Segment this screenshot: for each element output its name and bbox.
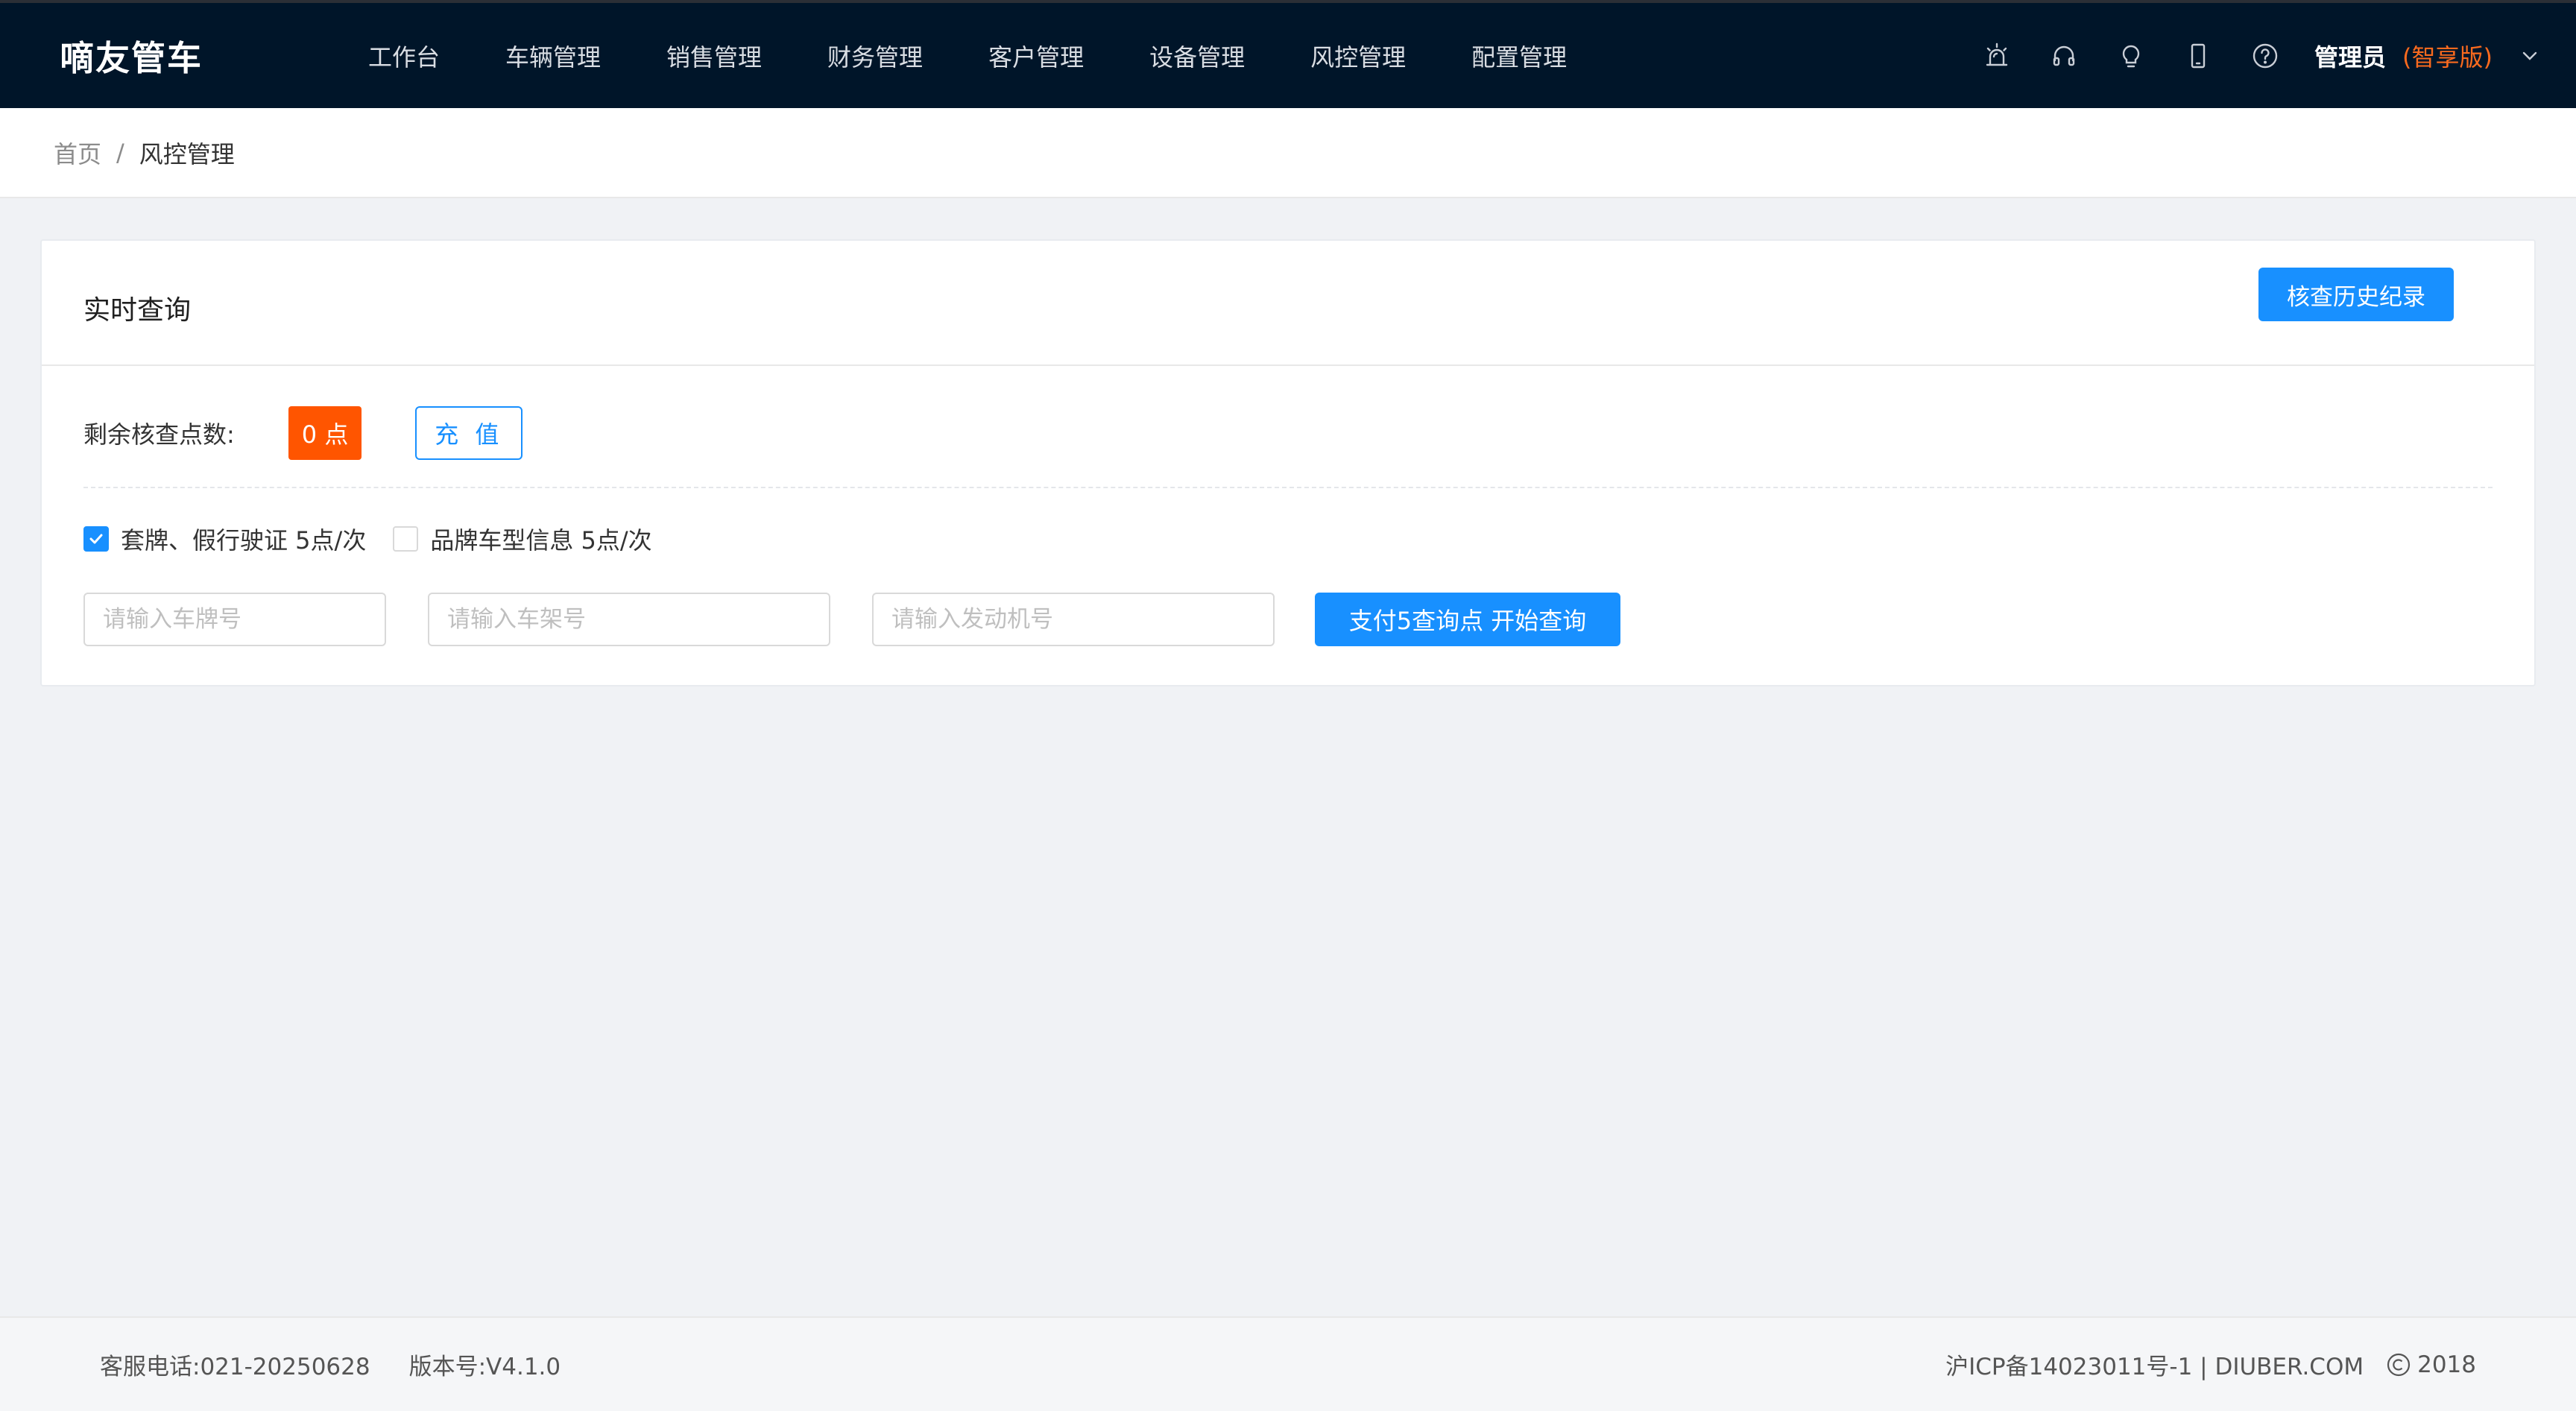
- vin-input[interactable]: [428, 593, 830, 646]
- footer-right: 沪ICP备14023011号-1 | DIUBER.COM 2018: [1945, 1318, 2476, 1411]
- nav-item-workbench[interactable]: 工作台: [368, 39, 440, 73]
- check-history-button[interactable]: 核查历史纪录: [2258, 268, 2454, 321]
- nav-item-vehicle-management[interactable]: 车辆管理: [505, 39, 601, 73]
- service-phone: 客服电话:021-20250628: [100, 1354, 370, 1380]
- copyright-year: 2018: [2417, 1351, 2476, 1378]
- chevron-down-icon: [2522, 51, 2537, 60]
- nav-item-config-management[interactable]: 配置管理: [1471, 39, 1567, 73]
- copyright-icon: [2387, 1353, 2411, 1376]
- main-nav: 工作台 车辆管理 销售管理 财务管理 客户管理 设备管理 风控管理 配置管理: [368, 3, 1567, 108]
- header-tools: 管理员 (智享版): [1946, 3, 2540, 108]
- user-menu[interactable]: 管理员 (智享版): [2314, 39, 2540, 73]
- icp-record[interactable]: 沪ICP备14023011号-1 | DIUBER.COM: [1945, 1348, 2364, 1381]
- breadcrumb-separator: /: [116, 138, 124, 167]
- breadcrumb-current: 风控管理: [139, 139, 235, 168]
- headset-icon[interactable]: [2048, 40, 2080, 72]
- option-fake-plate-license[interactable]: 套牌、假行驶证 5点/次: [83, 522, 366, 556]
- footer: 客服电话:021-20250628 版本号:V4.1.0 沪ICP备140230…: [0, 1316, 2576, 1411]
- points-row: 剩余核查点数: 0 点 充 值: [83, 406, 523, 460]
- breadcrumb-home[interactable]: 首页: [54, 136, 101, 170]
- remaining-points-badge: 0 点: [288, 406, 362, 460]
- nav-item-customer-management[interactable]: 客户管理: [988, 39, 1084, 73]
- option-brand-model-info[interactable]: 品牌车型信息 5点/次: [393, 522, 652, 556]
- card-title: 实时查询: [83, 295, 192, 326]
- alarm-icon[interactable]: [1980, 40, 2013, 72]
- app-logo[interactable]: 嘀友管车: [60, 3, 203, 108]
- top-navigation-bar: 嘀友管车 工作台 车辆管理 销售管理 财务管理 客户管理 设备管理 风控管理 配…: [0, 0, 2576, 108]
- user-edition: (智享版): [2402, 42, 2493, 72]
- engine-number-input[interactable]: [872, 593, 1275, 646]
- plate-number-input[interactable]: [83, 593, 386, 646]
- query-inputs: 支付5查询点 开始查询: [83, 593, 1620, 646]
- nav-item-finance-management[interactable]: 财务管理: [827, 39, 923, 73]
- help-icon[interactable]: [2249, 40, 2282, 72]
- checkbox-unchecked[interactable]: [393, 526, 419, 552]
- recharge-button[interactable]: 充 值: [415, 406, 523, 460]
- check-icon: [89, 534, 103, 544]
- nav-item-device-management[interactable]: 设备管理: [1149, 39, 1245, 73]
- lightbulb-icon[interactable]: [2115, 40, 2147, 72]
- divider: [83, 487, 2493, 488]
- user-name: 管理员: [2314, 42, 2387, 72]
- start-query-button[interactable]: 支付5查询点 开始查询: [1315, 593, 1620, 646]
- realtime-query-card: 实时查询 核查历史纪录 剩余核查点数: 0 点 充 值 套牌、假行驶证 5点/次…: [40, 239, 2536, 686]
- footer-left: 客服电话:021-20250628 版本号:V4.1.0: [100, 1318, 561, 1411]
- checkbox-checked[interactable]: [83, 526, 109, 552]
- option-label: 套牌、假行驶证 5点/次: [121, 526, 367, 555]
- remaining-points-label: 剩余核查点数:: [83, 420, 235, 449]
- nav-item-sales-management[interactable]: 销售管理: [666, 39, 762, 73]
- breadcrumb: 首页 / 风控管理: [0, 108, 2576, 198]
- card-header: 实时查询 核查历史纪录: [42, 241, 2534, 366]
- nav-item-risk-management[interactable]: 风控管理: [1310, 39, 1406, 73]
- option-label: 品牌车型信息 5点/次: [430, 526, 652, 555]
- copyright: 2018: [2386, 1351, 2476, 1378]
- version-number: 版本号:V4.1.0: [408, 1354, 561, 1380]
- mobile-icon[interactable]: [2182, 40, 2214, 72]
- query-options: 套牌、假行驶证 5点/次 品牌车型信息 5点/次: [83, 517, 679, 561]
